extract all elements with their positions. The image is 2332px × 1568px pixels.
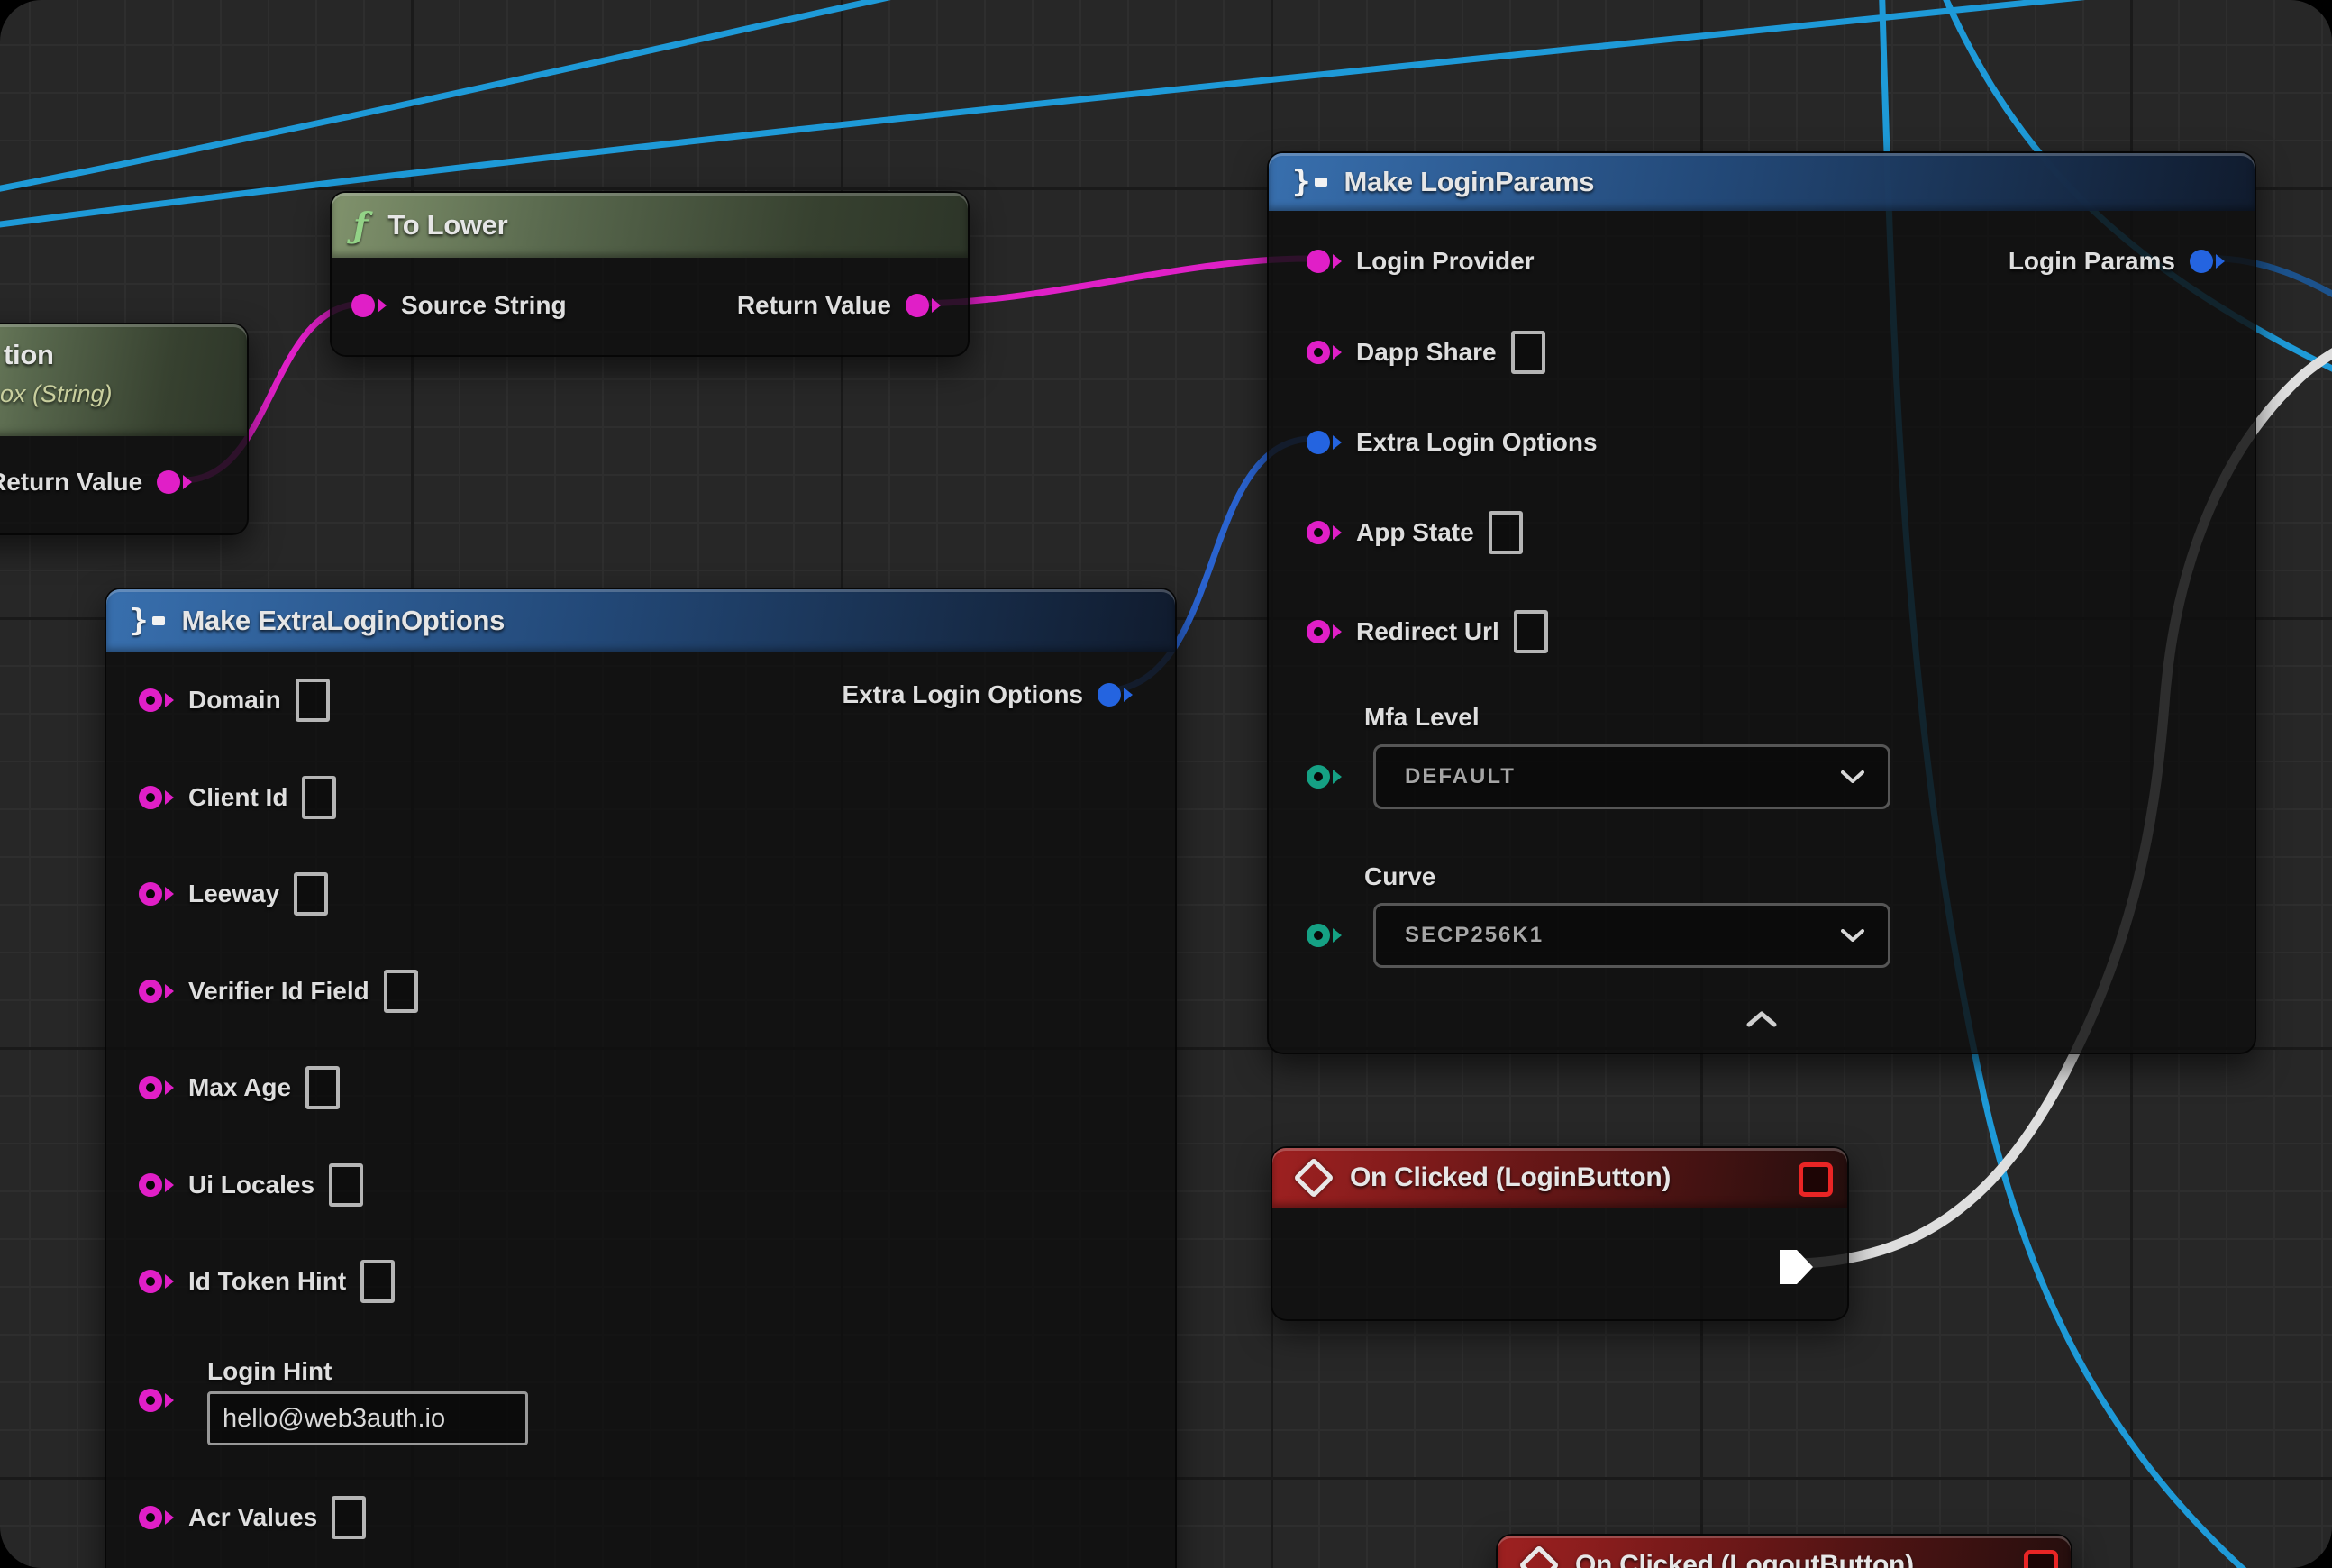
max-age-pin[interactable] <box>139 1076 174 1099</box>
checkbox-redirect-url[interactable] <box>1514 610 1548 653</box>
pin-label: Source String <box>401 291 567 320</box>
make-struct-icon: } <box>1292 167 1327 197</box>
collapse-chevron-up-icon[interactable] <box>1746 1011 1777 1027</box>
return-value-pin[interactable] <box>906 294 941 317</box>
id-token-hint-pin[interactable] <box>139 1270 174 1293</box>
pin-label: Ui Locales <box>188 1171 314 1199</box>
pin-label: Return Value <box>0 468 142 497</box>
pin-label: Acr Values <box>188 1503 317 1532</box>
curve-pin[interactable] <box>1307 924 1342 947</box>
curve-label: Curve <box>1364 862 1435 891</box>
pin-label: Id Token Hint <box>188 1267 346 1296</box>
blueprint-graph-canvas[interactable]: tion ox (String) Return Value ƒ To Lower… <box>0 0 2332 1568</box>
node-title: Make LoginParams <box>1344 166 1594 198</box>
pin-label: Domain <box>188 686 281 715</box>
pin-label: Login Provider <box>1356 247 1535 276</box>
node-make-login-params-header[interactable]: } Make LoginParams <box>1269 153 2255 211</box>
delegate-box[interactable] <box>2024 1550 2058 1568</box>
pin-label: Extra Login Options <box>1356 428 1598 457</box>
pin-label: Redirect Url <box>1356 617 1499 646</box>
node-subtitle-fragment: ox (String) <box>0 380 113 408</box>
redirect-url-pin[interactable] <box>1307 620 1342 643</box>
pin-label: Return Value <box>737 291 891 320</box>
client-id-pin[interactable] <box>139 786 174 809</box>
make-struct-icon: } <box>130 606 165 636</box>
domain-pin[interactable] <box>139 688 174 712</box>
return-value-pin[interactable] <box>157 470 192 494</box>
extra-login-options-input-pin[interactable] <box>1307 431 1342 454</box>
checkbox-acr-values[interactable] <box>332 1496 366 1539</box>
node-title-fragment: tion <box>4 339 54 371</box>
pin-label: Extra Login Options <box>842 680 1083 709</box>
node-make-extra-login-options[interactable]: } Make ExtraLoginOptions Extra Login Opt… <box>105 588 1177 1568</box>
exec-output-pin[interactable] <box>1779 1249 1815 1285</box>
node-make-login-params[interactable]: } Make LoginParams Login Params Login Pr… <box>1267 151 2256 1054</box>
mfa-level-pin[interactable] <box>1307 765 1342 789</box>
node-on-clicked-login-button-header[interactable]: On Clicked (LoginButton) <box>1272 1148 1847 1208</box>
pin-label: App State <box>1356 518 1474 547</box>
checkbox-client-id[interactable] <box>302 776 336 819</box>
node-title: To Lower <box>387 209 507 242</box>
curve-dropdown[interactable]: SECP256K1 <box>1373 903 1890 968</box>
checkbox-verifier-id-field[interactable] <box>384 970 418 1013</box>
node-to-lower[interactable]: ƒ To Lower Source String Return Value <box>330 191 970 357</box>
login-provider-pin[interactable] <box>1307 250 1342 273</box>
ui-locales-pin[interactable] <box>139 1173 174 1197</box>
checkbox-domain[interactable] <box>296 679 330 722</box>
node-to-lower-header[interactable]: ƒ To Lower <box>332 193 968 258</box>
function-icon: ƒ <box>353 208 368 242</box>
app-state-pin[interactable] <box>1307 521 1342 544</box>
node-title: Make ExtraLoginOptions <box>181 605 505 637</box>
pin-label: Client Id <box>188 783 287 812</box>
login-params-output-pin[interactable] <box>2190 250 2225 273</box>
verifier-id-field-pin[interactable] <box>139 980 174 1003</box>
node-on-clicked-logout-button[interactable]: On Clicked (LogoutButton) <box>1496 1534 2072 1568</box>
pin-label: Leeway <box>188 880 279 908</box>
extra-login-options-output-pin[interactable] <box>1098 683 1133 707</box>
pin-label: Dapp Share <box>1356 338 1497 367</box>
dapp-share-pin[interactable] <box>1307 341 1342 364</box>
node-make-extra-login-options-header[interactable]: } Make ExtraLoginOptions <box>106 589 1175 652</box>
checkbox-id-token-hint[interactable] <box>360 1260 395 1303</box>
checkbox-ui-locales[interactable] <box>329 1163 363 1207</box>
source-string-pin[interactable] <box>351 294 387 317</box>
checkbox-max-age[interactable] <box>305 1066 340 1109</box>
node-title: On Clicked (LogoutButton) <box>1575 1550 1914 1568</box>
delegate-box[interactable] <box>1799 1162 1833 1197</box>
acr-values-pin[interactable] <box>139 1506 174 1529</box>
event-icon <box>1518 1545 1559 1568</box>
curve-value: SECP256K1 <box>1405 923 1544 948</box>
mfa-level-value: DEFAULT <box>1405 764 1516 789</box>
login-hint-label: Login Hint <box>207 1357 332 1386</box>
node-partial-function[interactable]: tion ox (String) Return Value <box>0 323 249 535</box>
node-partial-function-header[interactable]: tion ox (String) <box>0 324 247 436</box>
checkbox-dapp-share[interactable] <box>1511 331 1545 374</box>
event-icon <box>1293 1157 1334 1198</box>
mfa-level-label: Mfa Level <box>1364 703 1480 732</box>
checkbox-leeway[interactable] <box>294 872 328 916</box>
login-hint-pin[interactable] <box>139 1389 174 1412</box>
wire-tolower-to-login-provider[interactable] <box>912 259 1308 304</box>
checkbox-app-state[interactable] <box>1489 511 1523 554</box>
leeway-pin[interactable] <box>139 882 174 906</box>
pin-label: Verifier Id Field <box>188 977 369 1006</box>
mfa-level-dropdown[interactable]: DEFAULT <box>1373 744 1890 809</box>
chevron-down-icon <box>1841 929 1864 942</box>
node-on-clicked-login-button[interactable]: On Clicked (LoginButton) <box>1271 1146 1849 1321</box>
pin-label: Login Params <box>2009 247 2175 276</box>
pin-label: Max Age <box>188 1073 291 1102</box>
login-hint-input[interactable] <box>207 1391 528 1445</box>
node-on-clicked-logout-button-header[interactable]: On Clicked (LogoutButton) <box>1498 1536 2071 1568</box>
node-title: On Clicked (LoginButton) <box>1350 1162 1671 1193</box>
chevron-down-icon <box>1841 770 1864 783</box>
